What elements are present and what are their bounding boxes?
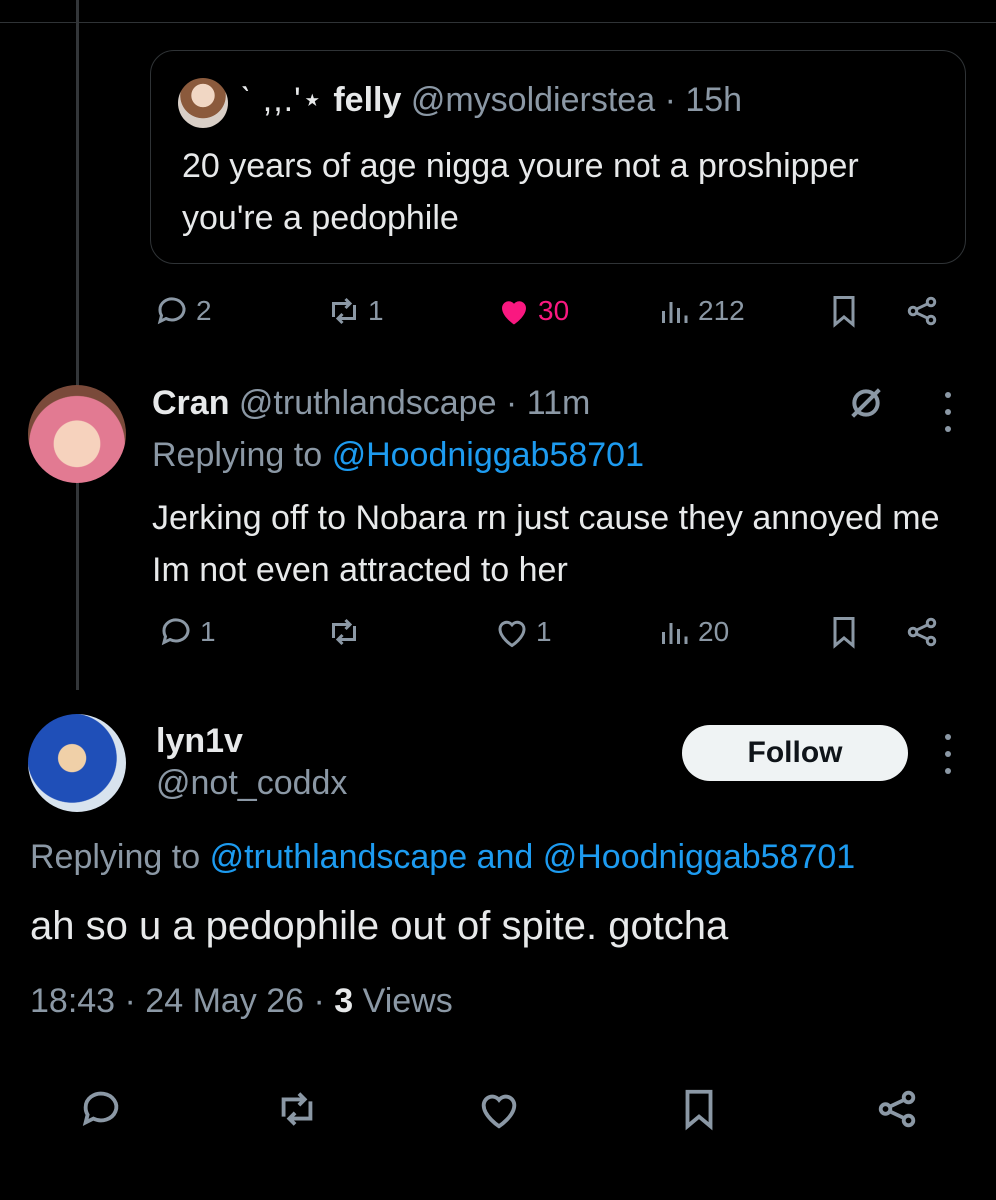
analytics-icon (662, 623, 688, 644)
bookmark-icon (833, 296, 855, 328)
reply-button[interactable]: 1 (158, 614, 216, 650)
tweet-text: 20 years of age nigga youre not a proshi… (182, 147, 859, 237)
repost-count: 1 (368, 295, 384, 326)
reply-icon[interactable] (78, 1086, 124, 1132)
avatar[interactable] (178, 78, 228, 128)
follow-button[interactable]: Follow (682, 725, 908, 781)
avatar[interactable] (28, 385, 126, 483)
replying-prefix: Replying to (152, 436, 323, 474)
bookmark-icon[interactable] (676, 1086, 722, 1132)
top-divider (0, 22, 996, 23)
share-button[interactable] (904, 293, 940, 329)
share-icon[interactable] (874, 1086, 920, 1132)
more-options-icon[interactable] (941, 392, 955, 432)
repost-button[interactable]: 1 (326, 293, 384, 329)
replying-prefix: Replying to (30, 838, 201, 876)
avatar[interactable] (28, 714, 126, 812)
mention-links[interactable]: @truthlandscape and @Hoodniggab58701 (210, 838, 856, 876)
main-tweet-actions (0, 1086, 996, 1146)
repost-icon[interactable] (274, 1086, 320, 1132)
repost-icon (332, 297, 356, 325)
grok-icon[interactable] (846, 383, 886, 423)
display-name-decoration: ˋ ,,.'⋆ (240, 81, 324, 119)
reply-icon (157, 297, 186, 325)
heart-filled-icon (502, 301, 526, 325)
like-count: 1 (536, 616, 552, 647)
reply-header: Cran @truthlandscape · 11m (152, 384, 590, 423)
like-count: 30 (538, 295, 570, 326)
share-button[interactable] (904, 614, 940, 650)
bookmark-button[interactable] (826, 614, 862, 650)
timestamp[interactable]: 18:43 · 24 May 26 · (30, 982, 325, 1020)
replying-to-line: Replying to @Hoodniggab58701 (152, 436, 644, 475)
views-label: Views (362, 982, 453, 1020)
views-count: 20 (698, 616, 730, 647)
reply-button[interactable]: 2 (154, 293, 212, 329)
quoted-tweet-header: ˋ ,,.'⋆ felly @mysoldierstea · 15h (240, 80, 742, 120)
more-options-icon[interactable] (941, 734, 955, 774)
display-name[interactable]: felly (333, 81, 401, 119)
tweet-text: ah so u a pedophile out of spite. gotcha (30, 904, 729, 948)
tweet-actions: 2 1 30 212 (0, 293, 996, 343)
views-button[interactable]: 212 (656, 293, 745, 329)
reply-count: 1 (200, 616, 216, 647)
views-button[interactable]: 20 (656, 614, 729, 650)
heart-icon (498, 620, 526, 648)
like-button[interactable]: 1 (494, 614, 552, 650)
repost-icon (332, 618, 356, 646)
heart-icon[interactable] (476, 1086, 522, 1132)
like-button[interactable]: 30 (496, 293, 569, 329)
bookmark-icon (833, 617, 855, 649)
analytics-icon (662, 302, 688, 323)
display-name[interactable]: Cran (152, 384, 229, 422)
share-icon (907, 617, 937, 647)
share-icon (907, 296, 937, 326)
timestamp[interactable]: · 15h (665, 81, 743, 119)
bookmark-button[interactable] (826, 293, 862, 329)
user-handle[interactable]: @truthlandscape · 11m (239, 384, 590, 422)
user-handle[interactable]: @not_coddx (156, 764, 347, 803)
thread-connector (76, 0, 79, 690)
display-name[interactable]: lyn1v (156, 722, 243, 761)
tweet-text: Jerking off to Nobara rn just cause they… (152, 499, 940, 589)
mention-link[interactable]: @Hoodniggab58701 (332, 436, 644, 474)
reply-count: 2 (196, 295, 212, 326)
views-count: 212 (698, 295, 745, 326)
repost-button[interactable] (326, 614, 368, 650)
user-handle[interactable]: @mysoldierstea (411, 81, 655, 119)
reply-icon (161, 618, 190, 646)
views-count: 3 (334, 982, 354, 1020)
tweet-actions: 1 1 20 (0, 614, 996, 664)
tweet-meta: 18:43 · 24 May 26 · 3 Views (30, 982, 453, 1021)
replying-to-line: Replying to @truthlandscape and @Hoodnig… (30, 838, 855, 877)
